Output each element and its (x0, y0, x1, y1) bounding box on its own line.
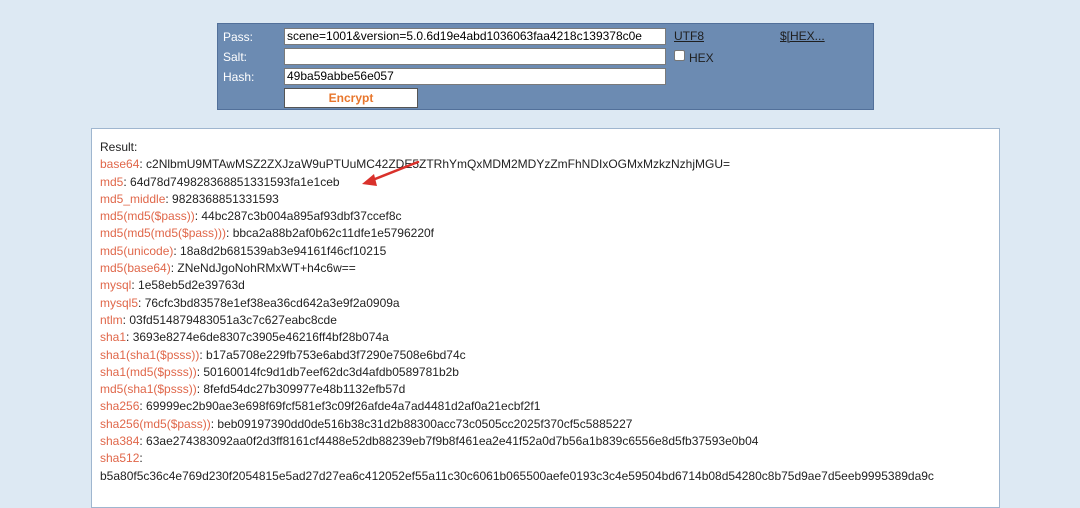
result-key: mysql (100, 278, 132, 293)
result-key: sha1(sha1($psss)) (100, 347, 200, 362)
hex-label: HEX (689, 51, 714, 65)
result-key: ntlm (100, 312, 123, 327)
result-value: 63ae274383092aa0f2d3ff8161cf4488e52db882… (146, 434, 759, 449)
result-key: md5_middle (100, 191, 166, 206)
result-row: sha256(md5($pass)): beb09197390dd0de516b… (100, 416, 999, 433)
result-key: sha1(md5($psss)) (100, 364, 197, 379)
salt-label: Salt: (223, 50, 248, 64)
result-separator: : (126, 330, 133, 345)
pass-input[interactable]: scene=1001&version=5.0.6d19e4abd1036063f… (284, 28, 666, 45)
pass-label: Pass: (223, 30, 254, 44)
hash-form-panel: Pass: scene=1001&version=5.0.6d19e4abd10… (217, 23, 874, 110)
encrypt-button[interactable]: Encrypt (284, 88, 418, 108)
result-key: md5(base64) (100, 261, 171, 276)
result-row: mysql5: 76cfc3bd83578e1ef38ea36cd642a3e9… (100, 295, 999, 312)
hex-link[interactable]: $[HEX... (780, 29, 825, 43)
result-row: md5(sha1($psss)): 8fefd54dc27b309977e48b… (100, 381, 999, 398)
result-row: sha1(md5($psss)): 50160014fc9d1db7eef62d… (100, 364, 999, 381)
result-rows: base64: c2NlbmU9MTAwMSZ2ZXJzaW9uPTUuMC42… (100, 156, 999, 467)
result-key: sha384 (100, 434, 140, 449)
result-key: sha256(md5($pass)) (100, 416, 211, 431)
result-title: Result: (100, 140, 138, 154)
result-value: ZNeNdJgoNohRMxWT+h4c6w== (177, 261, 356, 276)
hash-label: Hash: (223, 70, 255, 84)
result-panel: Result: base64: c2NlbmU9MTAwMSZ2ZXJzaW9u… (91, 128, 1000, 508)
result-key: sha512 (100, 451, 140, 466)
result-row: mysql: 1e58eb5d2e39763d (100, 277, 999, 294)
hex-checkbox[interactable] (674, 50, 685, 61)
result-value: 8fefd54dc27b309977e48b1132efb57d (203, 382, 406, 397)
result-row: md5: 64d78d749828368851331593fa1e1ceb (100, 174, 999, 191)
result-key: md5(sha1($psss)) (100, 382, 197, 397)
result-value: 18a8d2b681539ab3e94161f46cf10215 (180, 243, 387, 258)
result-value: 76cfc3bd83578e1ef38ea36cd642a3e9f2a0909a (144, 295, 400, 310)
result-value: 9828368851331593 (172, 191, 279, 206)
salt-input[interactable] (284, 48, 666, 65)
result-row: sha384: 63ae274383092aa0f2d3ff8161cf4488… (100, 433, 999, 450)
result-separator: : (138, 295, 145, 310)
result-value: c2NlbmU9MTAwMSZ2ZXJzaW9uPTUuMC42ZDE5ZTRh… (146, 157, 730, 172)
result-row: sha1(sha1($psss)): b17a5708e229fb753e6ab… (100, 347, 999, 364)
result-row: md5(base64): ZNeNdJgoNohRMxWT+h4c6w== (100, 260, 999, 277)
result-key: sha256 (100, 399, 140, 414)
result-row: ntlm: 03fd514879483051a3c7c627eabc8cde (100, 312, 999, 329)
result-separator: : (139, 451, 143, 466)
result-separator: : (123, 174, 131, 189)
result-value: 50160014fc9d1db7eef62dc3d4afdb0589781b2b (203, 364, 459, 379)
result-value: 03fd514879483051a3c7c627eabc8cde (129, 312, 337, 327)
result-value: 64d78d749828368851331593fa1e1ceb (130, 174, 340, 189)
result-row: sha1: 3693e8274e6de8307c3905e46216ff4bf2… (100, 329, 999, 346)
result-row: base64: c2NlbmU9MTAwMSZ2ZXJzaW9uPTUuMC42… (100, 156, 999, 173)
result-row: md5(md5($pass)): 44bc287c3b004a895af93db… (100, 208, 999, 225)
result-value: bbca2a88b2af0b62c11dfe1e5796220f (232, 226, 435, 241)
result-row: md5_middle: 9828368851331593 (100, 191, 999, 208)
result-row: md5(unicode): 18a8d2b681539ab3e94161f46c… (100, 243, 999, 260)
result-separator: : (131, 278, 139, 293)
result-row: sha256: 69999ec2b90ae3e698f69fcf581ef3c0… (100, 398, 999, 415)
utf8-link[interactable]: UTF8 (674, 29, 704, 43)
result-row: md5(md5(md5($pass))): bbca2a88b2af0b62c1… (100, 225, 999, 242)
result-key: md5(md5(md5($pass))) (100, 226, 227, 241)
result-row: sha512: (100, 450, 999, 467)
result-value: 44bc287c3b004a895af93dbf37ccef8c (201, 209, 402, 224)
result-value: 1e58eb5d2e39763d (138, 278, 245, 293)
result-separator: : (226, 226, 233, 241)
result-key: md5 (100, 174, 124, 189)
result-key: md5(unicode) (100, 243, 174, 258)
hash-input[interactable]: 49ba59abbe56e057 (284, 68, 666, 85)
result-value: b17a5708e229fb753e6abd3f7290e7508e6bd74c (206, 347, 466, 362)
sha512-value: b5a80f5c36c4e769d230f2054815e5ad27d27ea6… (100, 468, 934, 483)
result-value: 3693e8274e6de8307c3905e46216ff4bf28b074a (132, 330, 389, 345)
result-value: beb09197390dd0de516b38c31d2b88300acc73c0… (217, 416, 633, 431)
result-key: base64 (100, 157, 140, 172)
result-key: mysql5 (100, 295, 139, 310)
result-value: 69999ec2b90ae3e698f69fcf581ef3c09f26afde… (146, 399, 541, 414)
result-key: md5(md5($pass)) (100, 209, 195, 224)
result-key: sha1 (100, 330, 127, 345)
